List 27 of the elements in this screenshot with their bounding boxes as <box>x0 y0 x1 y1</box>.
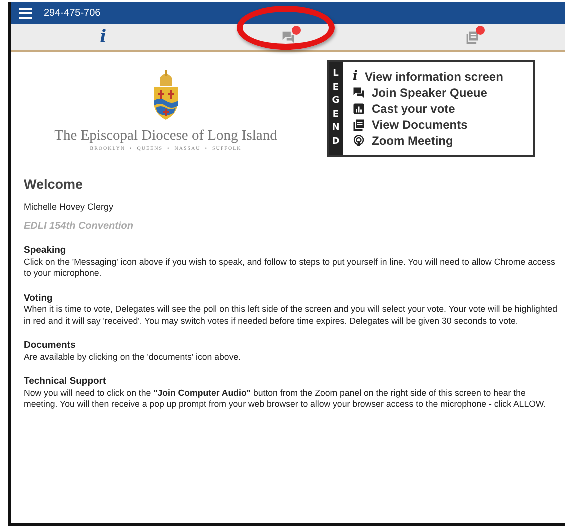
welcome-title: Welcome <box>24 177 84 192</box>
user-name: Michelle Hovey Clergy <box>24 202 115 212</box>
menu-icon[interactable] <box>19 8 32 18</box>
documents-icon <box>466 30 480 44</box>
section-heading: Technical Support <box>24 376 108 388</box>
info-icon: i <box>353 70 358 83</box>
section-heading: Speaking <box>24 245 68 256</box>
chat-icon <box>282 30 294 44</box>
section-heading: Voting <box>24 292 54 304</box>
section-text: Click on the 'Messaging' icon above if you wish to speak, and follow to steps to put yourself in line. You will need to allow Chrome access to your microphone. <box>24 256 556 280</box>
legend-title: LEGEND <box>332 68 340 148</box>
diocese-name: The Episcopal Diocese of Long Island <box>54 128 278 145</box>
meeting-id: 294-475-706 <box>44 8 101 18</box>
legend-label: View Documents <box>372 118 468 132</box>
legend-label: View information screen <box>364 70 504 84</box>
section-text: Are available by clicking on the 'documents' icon above. <box>24 352 242 363</box>
legend-label: Zoom Meeting <box>372 134 454 148</box>
section-text: When it is time to vote, Delegates will see the poll on this left side of the screen and you will select your vote. Your vote will be highlighted in red and it will say 'received'. You may switch votes if needed before time expires. Delegates will be given 30 seconds to vote. <box>24 304 558 327</box>
bar-chart-icon <box>353 102 365 114</box>
section-text: Now you will need to click on the "Join Computer Audio" button from the Zoom panel on the right side of this screen to hear the meeting. You will then receive a pop up prompt from your web browser to allow your browser access to the microphone - click ALLOW. <box>24 388 548 410</box>
documents-icon <box>353 118 365 130</box>
legend-label: Join Speaker Queue <box>372 86 488 100</box>
chat-icon <box>353 86 365 98</box>
event-name: EDLI 154th Convention <box>24 221 134 232</box>
section-heading: Documents <box>24 340 77 352</box>
broadcast-icon <box>353 134 365 146</box>
legend-label: Cast your vote <box>372 102 456 116</box>
